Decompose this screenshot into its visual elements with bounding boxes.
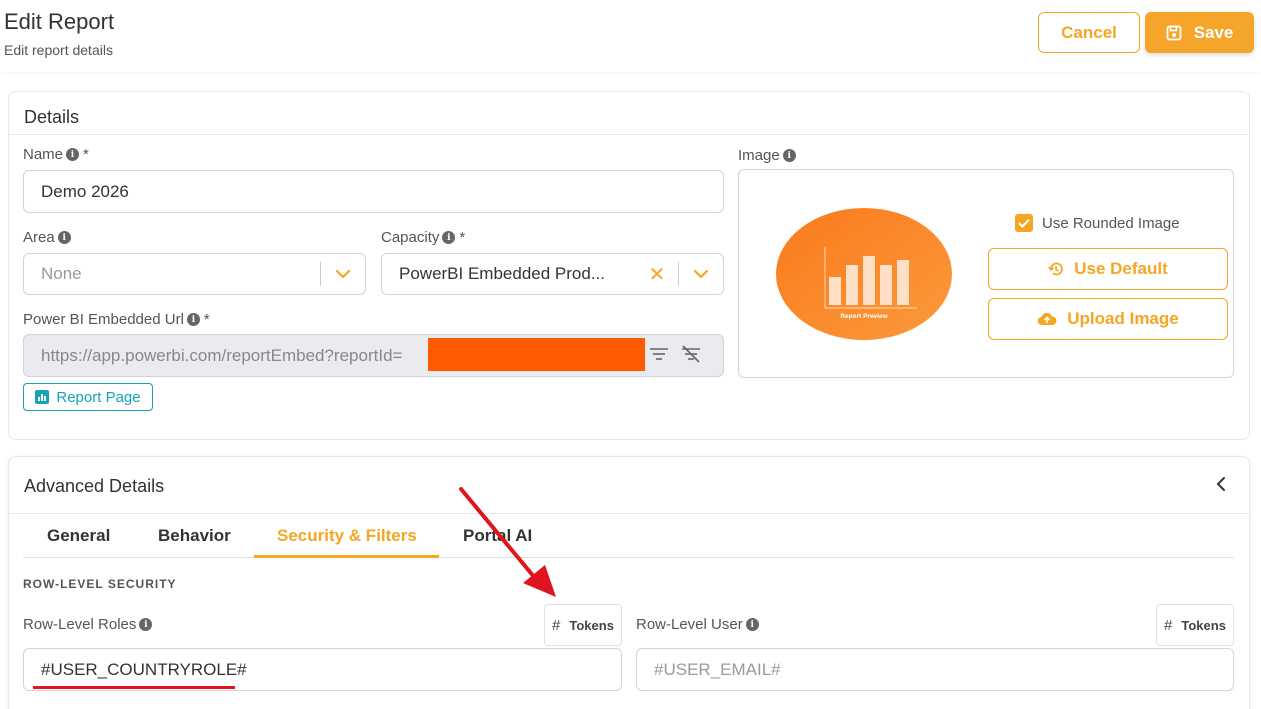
name-label: Name i * (23, 146, 89, 163)
page-header: Edit Report Edit report details Cancel S… (0, 0, 1261, 72)
cloud-upload-icon (1038, 312, 1057, 326)
clear-icon[interactable]: ✕ (636, 262, 678, 287)
info-icon[interactable]: i (57, 231, 71, 244)
upload-image-button[interactable]: Upload Image (988, 298, 1228, 340)
info-icon[interactable]: i (442, 231, 456, 244)
report-page-button[interactable]: Report Page (23, 383, 153, 411)
tabs-bar: General Behavior Security & Filters Port… (23, 514, 1234, 558)
upload-image-label: Upload Image (1067, 309, 1179, 328)
info-icon[interactable]: i (782, 149, 796, 162)
tab-general[interactable]: General (47, 514, 110, 558)
info-icon[interactable]: i (186, 313, 200, 326)
save-button-label: Save (1193, 22, 1234, 42)
area-select[interactable]: None (23, 253, 366, 295)
page-title: Edit Report (4, 9, 115, 34)
check-icon (1018, 218, 1030, 228)
use-rounded-label: Use Rounded Image (1042, 214, 1180, 232)
roles-tokens-button[interactable]: # Tokens (544, 604, 622, 646)
hash-icon: # (552, 616, 561, 634)
report-page-label: Report Page (56, 388, 141, 406)
chevron-left-icon[interactable] (1214, 476, 1228, 492)
use-default-button[interactable]: Use Default (988, 248, 1228, 290)
save-button[interactable]: Save (1145, 12, 1254, 53)
tab-behavior[interactable]: Behavior (158, 514, 231, 558)
area-label: Area i (23, 229, 71, 246)
info-icon[interactable]: i (745, 618, 759, 631)
redaction-block (428, 338, 645, 371)
cancel-button[interactable]: Cancel (1038, 12, 1140, 53)
chevron-down-icon[interactable] (321, 269, 365, 279)
row-level-roles-input[interactable]: #USER_COUNTRYROLE# (23, 648, 622, 691)
details-title: Details (24, 107, 80, 127)
capacity-select[interactable]: PowerBI Embedded Prod... ✕ (381, 253, 724, 295)
tab-portal-ai[interactable]: Portal AI (463, 514, 532, 558)
report-preview-image: Report Preview (776, 208, 952, 340)
capacity-label: Capacity i * (381, 229, 466, 246)
hash-icon: # (1164, 616, 1173, 634)
history-icon (1048, 262, 1064, 276)
details-divider (9, 134, 1249, 135)
info-icon[interactable]: i (66, 148, 80, 161)
use-rounded-checkbox[interactable] (1015, 214, 1033, 232)
filter-off-icon[interactable] (680, 345, 702, 363)
section-title: ROW-LEVEL SECURITY (23, 577, 177, 591)
tab-security-filters[interactable]: Security & Filters (277, 514, 417, 558)
row-level-roles-label: Row-Level Roles i (23, 616, 153, 633)
preview-caption: Report Preview (840, 313, 888, 320)
use-default-label: Use Default (1074, 259, 1168, 278)
filter-icon[interactable] (649, 346, 669, 362)
user-tokens-button[interactable]: # Tokens (1156, 604, 1234, 646)
annotation-underline (33, 686, 235, 689)
info-icon[interactable]: i (139, 618, 153, 631)
advanced-title: Advanced Details (24, 476, 165, 496)
active-tab-indicator (254, 555, 439, 558)
cancel-button-label: Cancel (1061, 22, 1117, 42)
bar-chart-icon (35, 390, 50, 404)
save-icon (1166, 25, 1182, 40)
chevron-down-icon[interactable] (679, 269, 723, 279)
use-rounded-row[interactable]: Use Rounded Image (1015, 214, 1180, 232)
url-label: Power BI Embedded Url i * (23, 311, 210, 328)
row-level-user-input[interactable]: #USER_EMAIL# (636, 648, 1234, 691)
page-subtitle: Edit report details (4, 42, 113, 58)
image-label: Image i (738, 147, 796, 164)
row-level-user-label: Row-Level User i (636, 616, 759, 633)
name-input[interactable]: Demo 2026 (23, 170, 724, 213)
